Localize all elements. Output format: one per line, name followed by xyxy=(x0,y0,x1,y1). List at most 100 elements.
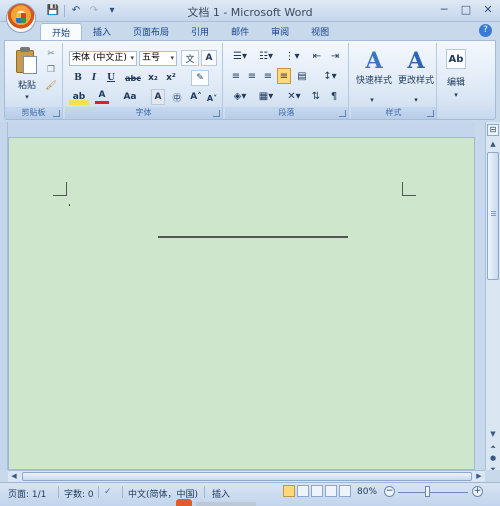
paragraph-launcher-icon[interactable] xyxy=(339,110,346,117)
change-styles-label: 更改样式 xyxy=(397,76,434,86)
justify-icon[interactable]: ≡ xyxy=(277,68,291,84)
multilevel-list-icon[interactable]: ⋮▾ xyxy=(281,48,303,64)
show-marks-icon[interactable]: ¶ xyxy=(327,88,341,104)
document-page[interactable] xyxy=(8,137,475,470)
draft-view-icon[interactable] xyxy=(339,485,351,497)
font-launcher-icon[interactable] xyxy=(213,110,220,117)
enclose-characters-button[interactable]: ㊥ xyxy=(169,89,185,105)
grow-font-button[interactable]: A˄ xyxy=(189,89,203,105)
font-size-select[interactable]: 五号 ▾ xyxy=(139,51,177,66)
increase-indent-icon[interactable]: ⇥ xyxy=(327,48,343,64)
superscript-button[interactable]: x² xyxy=(163,70,179,86)
change-styles-icon: A xyxy=(407,48,425,74)
font-color-button[interactable]: A xyxy=(95,89,109,104)
align-left-icon[interactable]: ≡ xyxy=(229,68,243,84)
cut-icon[interactable]: ✂ xyxy=(45,46,57,62)
tab-home[interactable]: 开始 xyxy=(40,23,83,40)
minimize-button[interactable]: ─ xyxy=(436,2,452,16)
paste-dropdown-icon[interactable]: ▾ xyxy=(13,89,41,105)
line-spacing-icon[interactable]: ↕▾ xyxy=(319,68,341,84)
scroll-right-icon[interactable]: ▶ xyxy=(473,471,485,482)
highlight-button[interactable]: ab xyxy=(69,89,89,105)
chevron-down-icon[interactable]: ▾ xyxy=(409,92,423,108)
distributed-icon[interactable]: ▤ xyxy=(295,68,309,84)
align-center-icon[interactable]: ≡ xyxy=(245,68,259,84)
format-painter-icon[interactable]: 🖌 xyxy=(45,78,57,94)
find-icon[interactable]: Ab xyxy=(446,49,466,69)
proofing-icon[interactable]: ✓ xyxy=(104,487,112,497)
bold-button[interactable]: B xyxy=(71,70,85,86)
numbering-icon[interactable]: ☷▾ xyxy=(255,48,277,64)
font-name-value: 宋体 (中文正) xyxy=(72,53,127,63)
ribbon: 粘贴 ▾ ✂ ❐ 🖌 剪贴板 宋体 (中文正) ▾ 五号 ▾ 文 A B I U… xyxy=(4,40,496,120)
office-button[interactable] xyxy=(6,3,36,33)
subscript-button[interactable]: x₂ xyxy=(145,70,161,86)
page-count[interactable]: 页面: 1/1 xyxy=(8,487,46,500)
scroll-down-icon[interactable]: ▼ xyxy=(487,428,499,440)
borders-icon[interactable]: ▦▾ xyxy=(255,88,277,104)
word-count[interactable]: 字数: 0 xyxy=(64,487,94,500)
full-screen-reading-view-icon[interactable] xyxy=(297,485,309,497)
shading-icon[interactable]: ◈▾ xyxy=(229,88,251,104)
italic-button[interactable]: I xyxy=(87,70,101,86)
maximize-button[interactable]: □ xyxy=(458,2,474,16)
change-case-button[interactable]: Aa xyxy=(119,89,141,105)
vertical-scroll-thumb[interactable] xyxy=(487,152,499,280)
font-size-value: 五号 xyxy=(142,53,161,63)
margin-corner-top-left xyxy=(53,182,67,196)
horizontal-line-shape[interactable] xyxy=(158,236,348,238)
previous-page-icon[interactable]: ⏶ xyxy=(487,442,499,453)
copy-icon[interactable]: ❐ xyxy=(45,62,57,78)
zoom-slider[interactable] xyxy=(398,492,468,493)
scroll-left-icon[interactable]: ◀ xyxy=(8,471,20,482)
outline-view-icon[interactable] xyxy=(325,485,337,497)
vertical-scrollbar[interactable]: ⊟ ▲ ▼ ⏶ ● ⏷ xyxy=(485,122,500,473)
zoom-slider-thumb[interactable] xyxy=(425,486,430,497)
phonetic-guide-button[interactable]: 文 xyxy=(181,50,199,66)
tab-review[interactable]: 审阅 xyxy=(260,23,300,40)
tab-references[interactable]: 引用 xyxy=(180,23,220,40)
bullets-icon[interactable]: ☰▾ xyxy=(229,48,251,64)
tab-view[interactable]: 视图 xyxy=(300,23,340,40)
help-icon[interactable]: ? xyxy=(479,24,492,37)
watermark-logo xyxy=(176,499,192,506)
align-right-icon[interactable]: ≡ xyxy=(261,68,275,84)
styles-launcher-icon[interactable] xyxy=(427,110,434,117)
zoom-in-icon[interactable]: + xyxy=(472,486,483,497)
chevron-down-icon[interactable]: ▾ xyxy=(449,87,463,103)
browse-object-icon[interactable]: ● xyxy=(487,453,499,464)
clipboard-launcher-icon[interactable] xyxy=(53,110,60,117)
zoom-out-icon[interactable]: − xyxy=(384,486,395,497)
shrink-font-button[interactable]: A˅ xyxy=(205,90,219,106)
horizontal-scrollbar[interactable]: ◀ ▶ xyxy=(8,470,485,482)
print-layout-view-icon[interactable] xyxy=(283,485,295,497)
tab-page-layout[interactable]: 页面布局 xyxy=(122,23,180,40)
ruler-toggle-icon[interactable]: ⊟ xyxy=(487,124,499,136)
chevron-down-icon[interactable]: ▾ xyxy=(365,92,379,108)
character-border-button[interactable]: A xyxy=(201,50,217,66)
tab-mailings[interactable]: 邮件 xyxy=(220,23,260,40)
clear-formatting-button[interactable]: ✎ xyxy=(191,70,209,86)
underline-button[interactable]: U xyxy=(103,70,119,86)
web-layout-view-icon[interactable] xyxy=(311,485,323,497)
status-separator xyxy=(58,486,59,498)
strikethrough-button[interactable]: abc xyxy=(123,70,143,86)
font-name-select[interactable]: 宋体 (中文正) ▾ xyxy=(69,51,137,66)
scroll-up-icon[interactable]: ▲ xyxy=(487,138,499,150)
text-cursor xyxy=(69,204,70,206)
zoom-level[interactable]: 80% xyxy=(357,487,377,497)
decrease-indent-icon[interactable]: ⇤ xyxy=(309,48,325,64)
font-group: 宋体 (中文正) ▾ 五号 ▾ 文 A B I U abc x₂ x² ✎ ab… xyxy=(65,43,223,119)
sort-icon[interactable]: ⇅ xyxy=(309,88,323,104)
title-bar: 💾 ↶ ↷ ▾ 文档 1 - Microsoft Word ─ □ ✕ xyxy=(0,0,500,22)
next-page-icon[interactable]: ⏷ xyxy=(487,464,499,475)
tab-insert[interactable]: 插入 xyxy=(82,23,122,40)
horizontal-scroll-thumb[interactable] xyxy=(22,472,472,481)
insert-mode-indicator[interactable]: 插入 xyxy=(212,487,230,500)
character-shading-button[interactable]: A xyxy=(151,89,165,105)
change-styles-button[interactable]: A 更改样式 xyxy=(395,49,437,91)
paste-icon[interactable] xyxy=(16,47,38,75)
close-button[interactable]: ✕ xyxy=(480,2,496,16)
quick-styles-button[interactable]: A 快速样式 xyxy=(353,49,395,91)
chinese-layout-icon[interactable]: ✕▾ xyxy=(283,88,305,104)
